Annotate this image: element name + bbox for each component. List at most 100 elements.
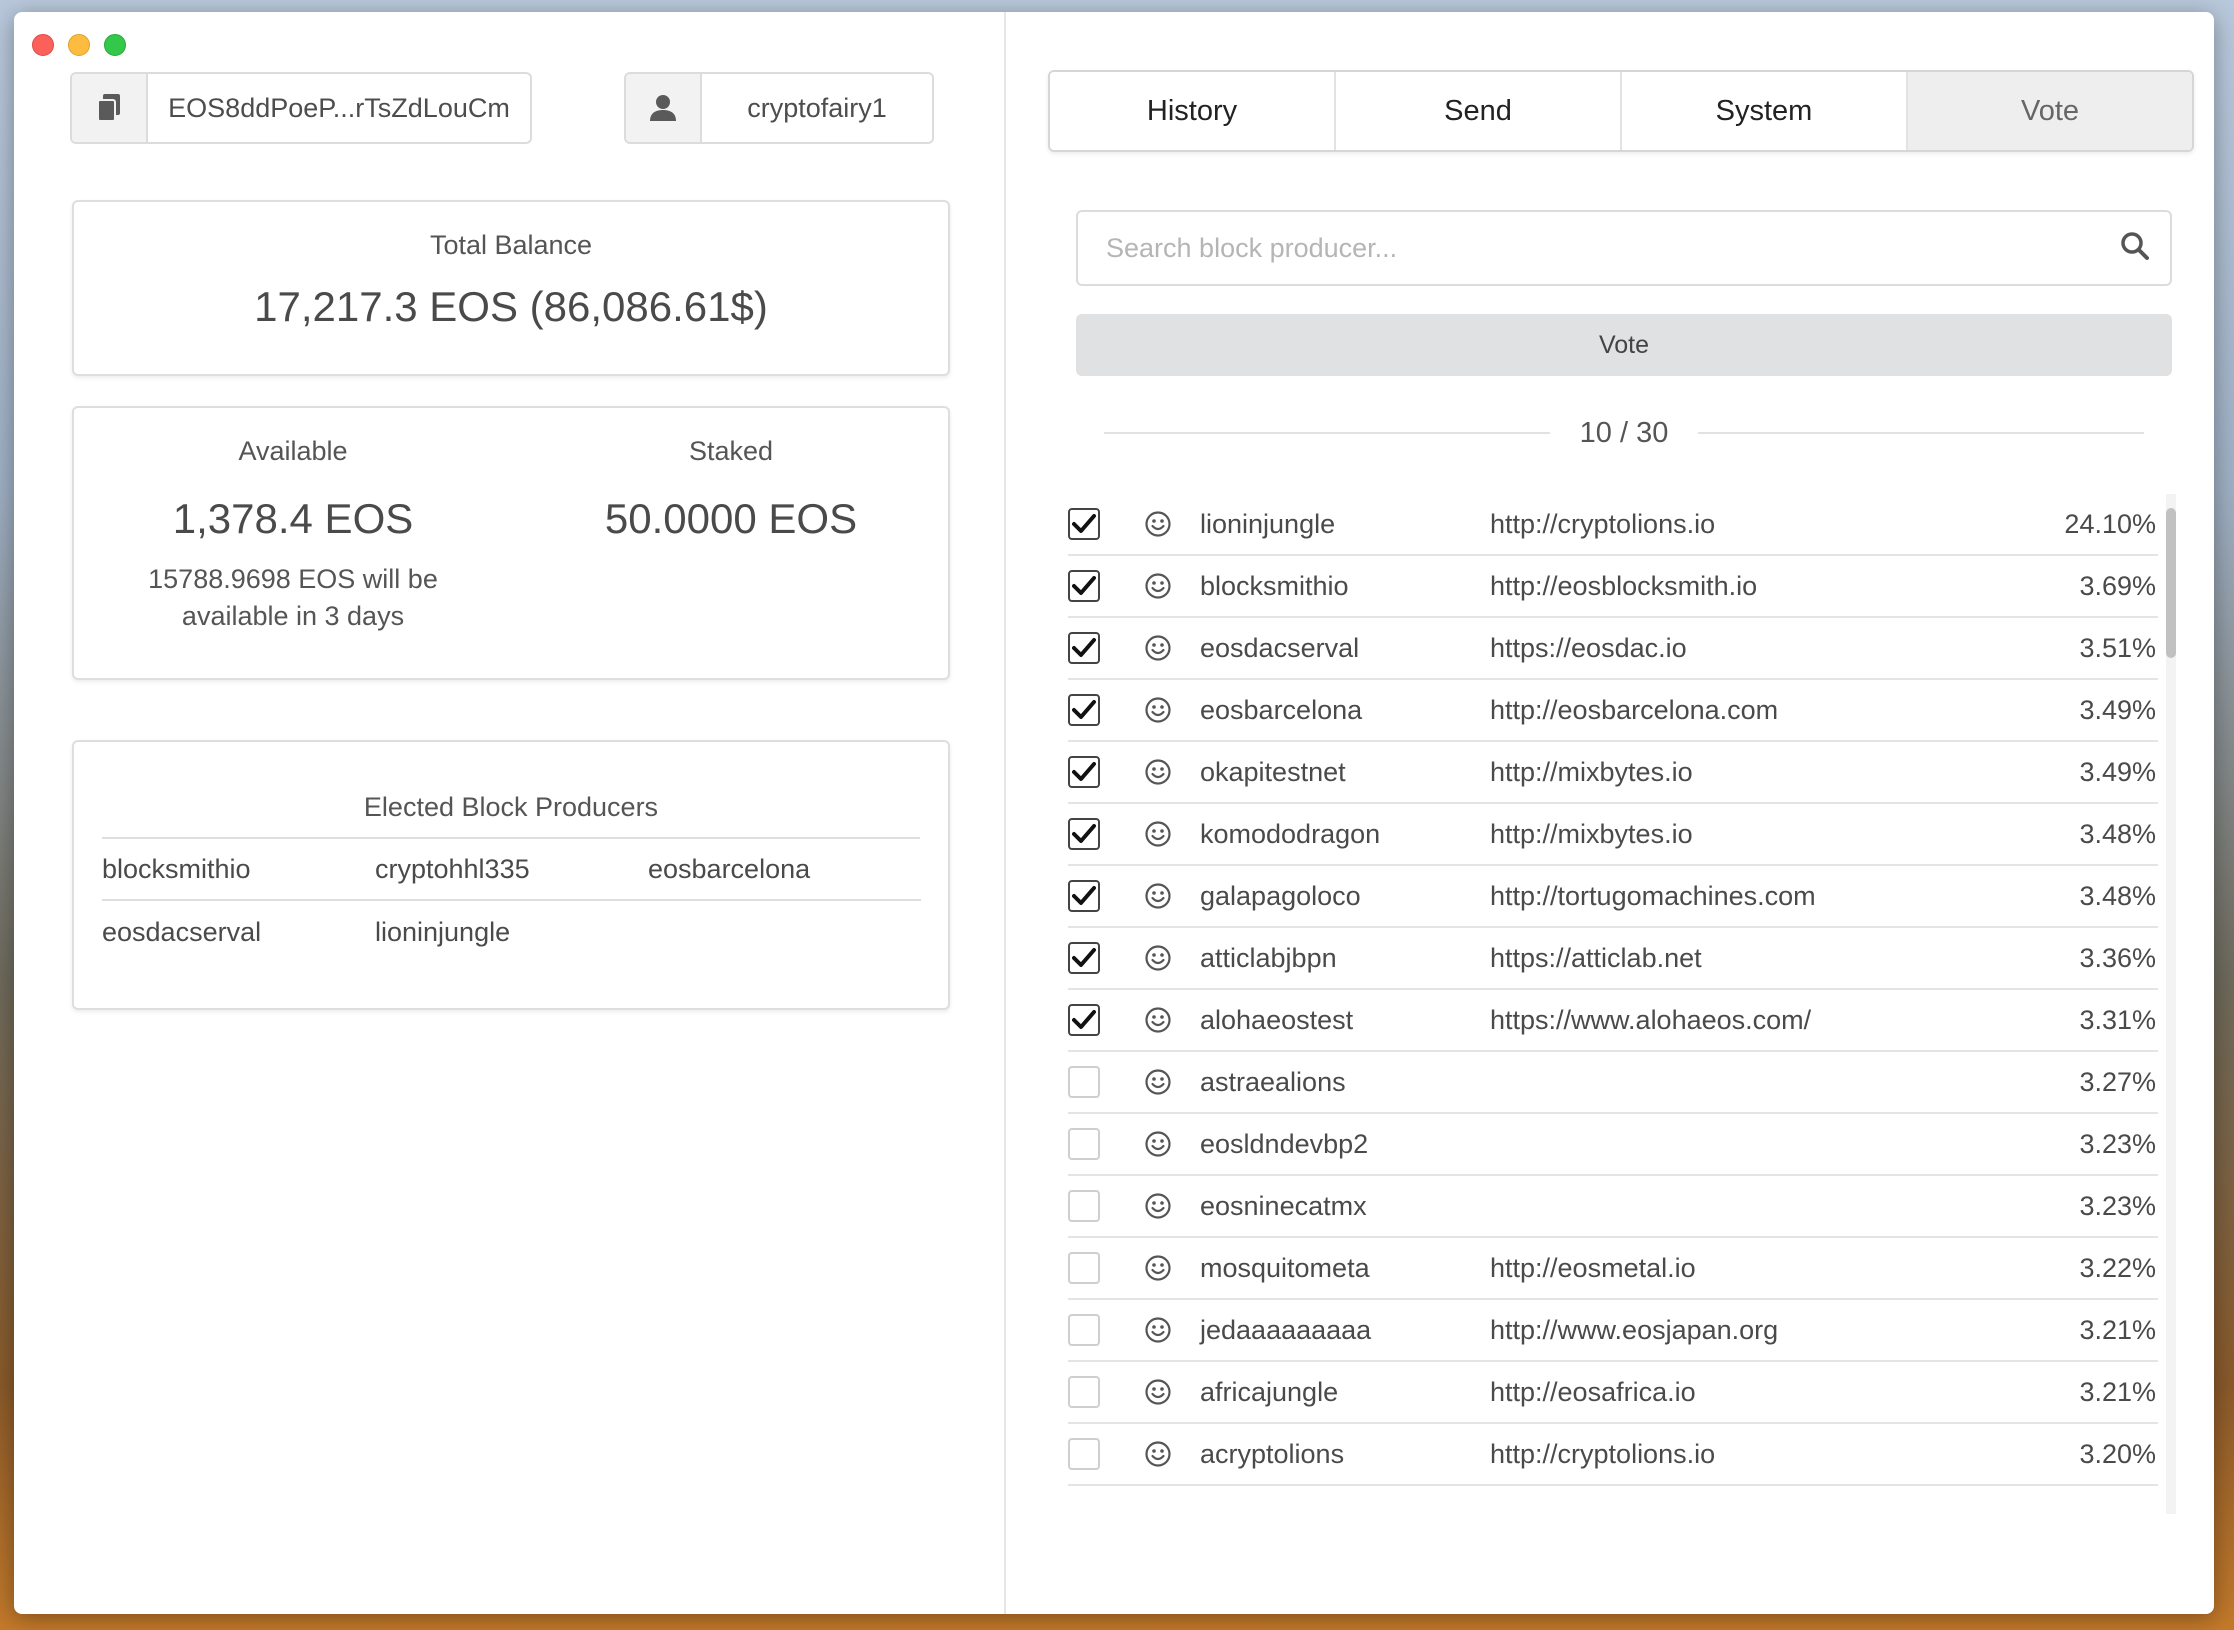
producer-checkbox[interactable] <box>1068 1066 1100 1098</box>
producer-checkbox[interactable] <box>1068 1128 1100 1160</box>
producer-row[interactable]: acryptolions http://cryptolions.io 3.20% <box>1068 1424 2158 1486</box>
producer-row[interactable]: eosbarcelona http://eosbarcelona.com 3.49% <box>1068 680 2158 742</box>
producer-name: alohaeostest <box>1200 1004 1354 1035</box>
producer-checkbox[interactable] <box>1068 942 1100 974</box>
producer-row[interactable]: eosldndevbp2 3.23% <box>1068 1114 2158 1176</box>
producer-checkbox[interactable] <box>1068 818 1100 850</box>
vote-counter: 10 / 30 <box>1104 408 2144 458</box>
producer-url[interactable]: http://tortugomachines.com <box>1490 881 2018 912</box>
producer-vote-percent: 3.23% <box>2079 1190 2156 1221</box>
producer-vote-percent: 3.20% <box>2079 1438 2156 1469</box>
producer-vote-percent: 3.36% <box>2079 942 2156 973</box>
producer-row[interactable]: jedaaaaaaaaa http://www.eosjapan.org 3.21% <box>1068 1300 2158 1362</box>
producer-vote-percent: 3.49% <box>2079 694 2156 725</box>
producer-checkbox[interactable] <box>1068 1314 1100 1346</box>
total-balance-label: Total Balance <box>429 230 593 260</box>
smile-icon <box>1138 1378 1178 1406</box>
vote-button[interactable]: Vote <box>1076 314 2172 376</box>
producer-url[interactable]: https://atticlab.net <box>1490 943 2018 974</box>
elected-producer: eosdacserval <box>102 916 262 947</box>
copy-icon[interactable] <box>72 74 148 142</box>
user-icon <box>626 74 702 142</box>
smile-icon <box>1138 1316 1178 1344</box>
producer-url[interactable]: http://mixbytes.io <box>1490 819 2018 850</box>
producer-name: okapitestnet <box>1200 756 1346 787</box>
producer-search-input[interactable] <box>1106 232 2120 264</box>
producer-checkbox[interactable] <box>1068 880 1100 912</box>
smile-icon <box>1138 944 1178 972</box>
producer-row[interactable]: lioninjungle http://cryptolions.io 24.10% <box>1068 494 2158 556</box>
producer-name: astraealions <box>1200 1066 1346 1097</box>
elected-producers-grid: blocksmithio cryptohhl335 eosbarcelona e… <box>102 839 921 963</box>
producer-row[interactable]: galapagoloco http://tortugomachines.com 3.… <box>1068 866 2158 928</box>
producer-row[interactable]: atticlabjbpn https://atticlab.net 3.36% <box>1068 928 2158 990</box>
vote-panel: History Send System Vote Vote 10 / 30 li… <box>1006 12 2214 1614</box>
total-balance-value: 17,217.3 EOS (86,086.61$) <box>254 283 768 330</box>
public-key-copy[interactable]: EOS8ddPoeP...rTsZdLouCm <box>70 72 532 144</box>
producer-checkbox[interactable] <box>1068 1004 1100 1036</box>
tab-vote[interactable]: Vote <box>1908 72 2192 150</box>
tab-history[interactable]: History <box>1050 72 1336 150</box>
producer-name: lioninjungle <box>1200 508 1336 539</box>
producer-checkbox[interactable] <box>1068 1438 1100 1470</box>
producer-row[interactable]: komododragon http://mixbytes.io 3.48% <box>1068 804 2158 866</box>
producer-url[interactable]: http://cryptolions.io <box>1490 509 2018 540</box>
producer-row[interactable]: okapitestnet http://mixbytes.io 3.49% <box>1068 742 2158 804</box>
tab-system[interactable]: System <box>1622 72 1908 150</box>
producer-name: komododragon <box>1200 818 1381 849</box>
producer-row[interactable]: eosdacserval https://eosdac.io 3.51% <box>1068 618 2158 680</box>
producer-vote-percent: 24.10% <box>2064 508 2156 539</box>
producer-row[interactable]: mosquitometa http://eosmetal.io 3.22% <box>1068 1238 2158 1300</box>
producer-checkbox[interactable] <box>1068 570 1100 602</box>
producer-row[interactable]: astraealions 3.27% <box>1068 1052 2158 1114</box>
producer-row[interactable]: africajungle http://eosafrica.io 3.21% <box>1068 1362 2158 1424</box>
producer-url[interactable]: http://cryptolions.io <box>1490 1439 2018 1470</box>
available-label: Available <box>238 436 348 466</box>
tab-send[interactable]: Send <box>1336 72 1622 150</box>
producer-vote-percent: 3.22% <box>2079 1252 2156 1283</box>
producer-vote-percent: 3.48% <box>2079 818 2156 849</box>
producer-url[interactable]: https://eosdac.io <box>1490 633 2018 664</box>
smile-icon <box>1138 1130 1178 1158</box>
producer-vote-percent: 3.27% <box>2079 1066 2156 1097</box>
producer-row[interactable]: alohaeostest https://www.alohaeos.com/3.3… <box>1068 990 2158 1052</box>
producer-url[interactable]: http://eosblocksmith.io <box>1490 571 2018 602</box>
total-balance-card: Total Balance 17,217.3 EOS (86,086.61$) <box>72 200 950 376</box>
producer-url[interactable]: http://eosmetal.io <box>1490 1253 2018 1284</box>
elected-producers-card: Elected Block Producers blocksmithio cry… <box>72 740 950 1010</box>
producer-url[interactable]: http://eosbarcelona.com <box>1490 695 2018 726</box>
producer-row[interactable]: eosninecatmx 3.23% <box>1068 1176 2158 1238</box>
counter-divider-left <box>1104 432 1550 434</box>
vote-count: 10 / 30 <box>1579 416 1669 449</box>
producer-vote-percent: 3.21% <box>2079 1314 2156 1345</box>
producer-url[interactable]: http://eosafrica.io <box>1490 1377 2018 1408</box>
available-value: 1,378.4 EOS <box>172 495 414 542</box>
wallet-panel: EOS8ddPoeP...rTsZdLouCm cryptofairy1 Tot… <box>14 12 1004 1614</box>
producer-row[interactable]: blocksmithio http://eosblocksmith.io 3.69% <box>1068 556 2158 618</box>
producer-checkbox[interactable] <box>1068 1252 1100 1284</box>
search-icon[interactable] <box>2120 231 2150 266</box>
producer-url[interactable]: https://www.alohaeos.com/ <box>1490 1005 2018 1036</box>
smile-icon <box>1138 634 1178 662</box>
smile-icon <box>1138 1192 1178 1220</box>
producer-checkbox[interactable] <box>1068 694 1100 726</box>
producer-url[interactable]: http://www.eosjapan.org <box>1490 1315 2018 1346</box>
account-name: cryptofairy1 <box>747 92 887 123</box>
producer-name: eosldndevbp2 <box>1200 1128 1369 1159</box>
producer-name: galapagoloco <box>1200 880 1361 911</box>
smile-icon <box>1138 820 1178 848</box>
producer-checkbox[interactable] <box>1068 756 1100 788</box>
producer-name: jedaaaaaaaaa <box>1200 1314 1372 1345</box>
elected-producer: lioninjungle <box>375 916 511 947</box>
producer-vote-percent: 3.48% <box>2079 880 2156 911</box>
account-button[interactable]: cryptofairy1 <box>624 72 934 144</box>
producer-name: eosdacserval <box>1200 632 1360 663</box>
producer-checkbox[interactable] <box>1068 508 1100 540</box>
producer-checkbox[interactable] <box>1068 1190 1100 1222</box>
producer-checkbox[interactable] <box>1068 632 1100 664</box>
public-key-text: EOS8ddPoeP...rTsZdLouCm <box>168 92 510 123</box>
producer-checkbox[interactable] <box>1068 1376 1100 1408</box>
producer-url[interactable]: http://mixbytes.io <box>1490 757 2018 788</box>
producer-list-scrollbar-thumb[interactable] <box>2166 508 2176 658</box>
smile-icon <box>1138 1440 1178 1468</box>
